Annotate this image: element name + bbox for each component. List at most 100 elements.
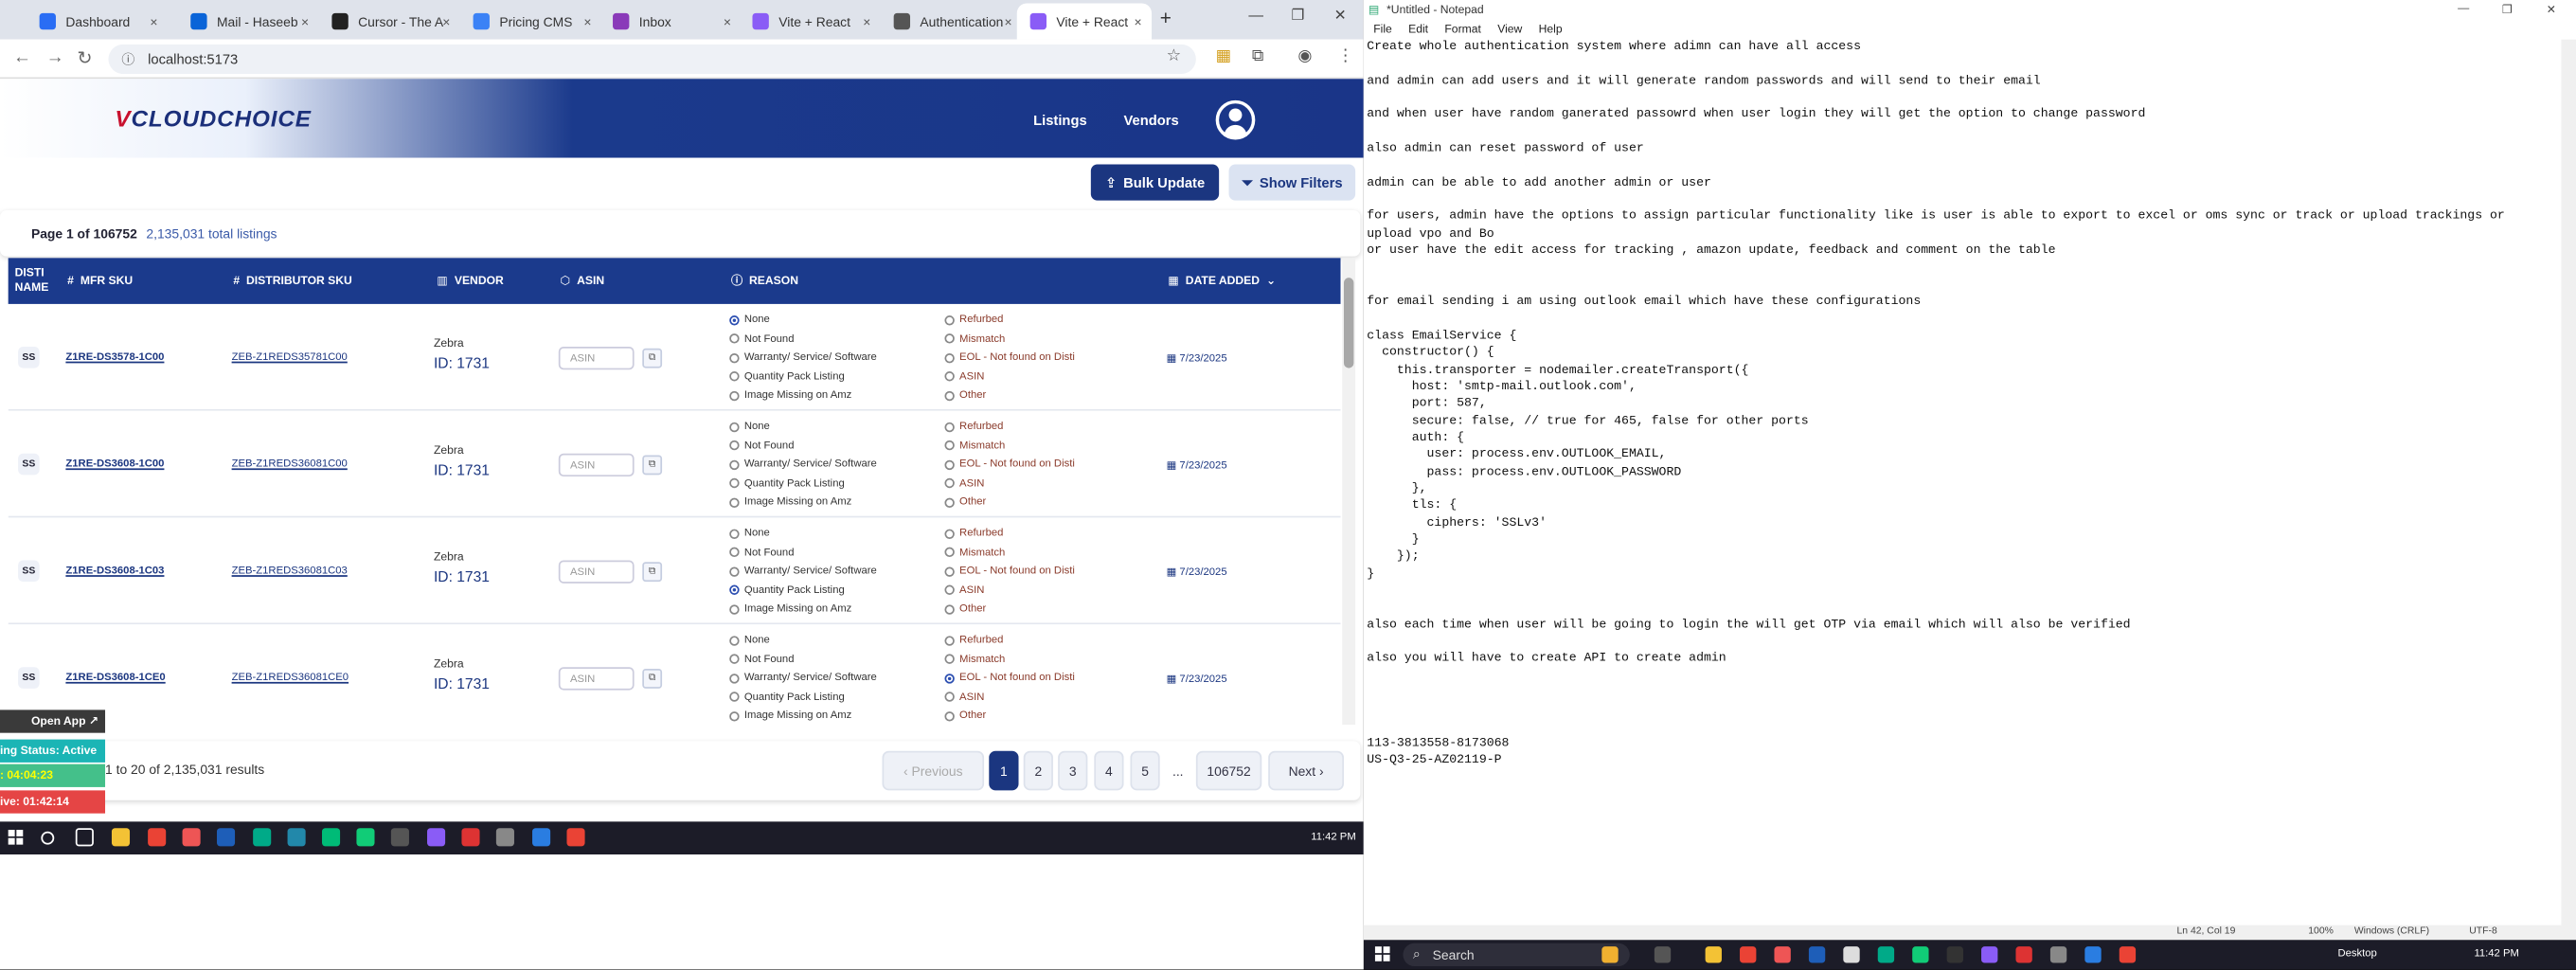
distributor-sku-link[interactable]: ZEB-Z1REDS35781C00 bbox=[232, 351, 348, 363]
taskbar-app-icon[interactable] bbox=[1808, 946, 1826, 963]
reason-radio[interactable]: Quantity Pack Listing bbox=[729, 584, 845, 596]
taskbar-app-icon[interactable] bbox=[461, 828, 480, 847]
taskbar-app-icon[interactable] bbox=[2015, 946, 2032, 963]
mfr-sku-link[interactable]: Z1RE-DS3608-1C03 bbox=[65, 566, 164, 577]
browser-tab[interactable]: Mail - Haseeb × bbox=[177, 3, 318, 39]
reason-radio[interactable]: Other bbox=[944, 496, 986, 508]
copy-icon[interactable]: ⧉ bbox=[642, 348, 663, 368]
copy-icon[interactable]: ⧉ bbox=[642, 669, 663, 689]
reason-radio[interactable]: Refurbed bbox=[944, 528, 1003, 539]
reason-radio[interactable]: Mismatch bbox=[944, 547, 1005, 558]
close-window-button[interactable]: ✕ bbox=[1334, 7, 1347, 25]
reason-radio[interactable]: Other bbox=[944, 603, 986, 615]
tab-close-icon[interactable]: × bbox=[150, 14, 157, 29]
site-info-icon[interactable]: ⓘ bbox=[121, 50, 134, 68]
show-filters-button[interactable]: ⏷ Show Filters bbox=[1228, 164, 1356, 201]
taskbar-app-icon[interactable] bbox=[182, 828, 201, 847]
menu-edit[interactable]: Edit bbox=[1408, 25, 1428, 36]
taskbar-app-icon[interactable] bbox=[2049, 946, 2067, 963]
taskbar-search[interactable]: ⌕ Search bbox=[1403, 943, 1630, 967]
menu-help[interactable]: Help bbox=[1539, 25, 1563, 36]
nav-listings[interactable]: Listings bbox=[1033, 112, 1087, 128]
page-button-5[interactable]: 5 bbox=[1130, 750, 1160, 791]
nav-vendors[interactable]: Vendors bbox=[1124, 112, 1179, 128]
tab-close-icon[interactable]: × bbox=[583, 14, 591, 29]
copy-icon[interactable]: ⧉ bbox=[642, 562, 663, 583]
page-button-1[interactable]: 1 bbox=[989, 750, 1019, 791]
reason-radio[interactable]: EOL - Not found on Disti bbox=[944, 458, 1075, 470]
extension-icon[interactable]: ▦ bbox=[1216, 47, 1231, 65]
browser-tab[interactable]: Vite + React × bbox=[740, 3, 881, 39]
browser-tab[interactable]: Pricing CMS × bbox=[460, 3, 601, 39]
col-disti-name[interactable]: DISTI NAME bbox=[15, 258, 62, 304]
taskbar-app-icon[interactable] bbox=[148, 828, 167, 847]
reason-radio[interactable]: Warranty/ Service/ Software bbox=[729, 566, 877, 577]
browser-tab[interactable]: Vite + React × bbox=[1016, 3, 1153, 40]
task-view-icon[interactable] bbox=[75, 828, 94, 847]
taskbar-app-icon[interactable] bbox=[1601, 946, 1619, 963]
menu-format[interactable]: Format bbox=[1444, 25, 1480, 36]
user-avatar[interactable] bbox=[1215, 99, 1256, 140]
reason-radio[interactable]: Quantity Pack Listing bbox=[729, 691, 845, 703]
taskbar-app-icon[interactable] bbox=[1877, 946, 1895, 963]
col-date-added[interactable]: ▦ DATE ADDED ⌄ bbox=[1168, 258, 1276, 304]
reason-radio[interactable]: ASIN bbox=[944, 584, 984, 596]
browser-tab[interactable]: Authentication × bbox=[881, 3, 1022, 39]
taskbar-app-icon[interactable] bbox=[1705, 946, 1722, 963]
col-distributor-sku[interactable]: # DISTRIBUTOR SKU bbox=[233, 258, 351, 304]
url-input[interactable]: ⓘ localhost:5173 bbox=[108, 44, 1196, 75]
menu-view[interactable]: View bbox=[1497, 25, 1522, 36]
menu-kebab-icon[interactable]: ⋮ bbox=[1337, 47, 1353, 65]
asin-input[interactable]: ASIN bbox=[558, 667, 635, 691]
reload-icon[interactable]: ↻ bbox=[78, 47, 93, 69]
open-app-button[interactable]: Open App ↗ bbox=[0, 710, 106, 733]
reason-radio[interactable]: ASIN bbox=[944, 691, 984, 703]
col-asin[interactable]: ⬡ ASIN bbox=[561, 258, 605, 304]
taskbar-app-icon[interactable] bbox=[566, 828, 585, 847]
reason-radio[interactable]: EOL - Not found on Disti bbox=[944, 672, 1075, 684]
minimize-button[interactable]: — bbox=[1248, 7, 1263, 23]
table-scrollbar[interactable] bbox=[1342, 258, 1356, 726]
np-maximize-button[interactable]: ❐ bbox=[2502, 3, 2513, 16]
reason-radio[interactable]: Not Found bbox=[729, 332, 794, 344]
taskbar-app-icon[interactable] bbox=[111, 828, 131, 847]
forward-icon[interactable]: → bbox=[46, 47, 64, 67]
taskbar-app-icon[interactable] bbox=[2119, 946, 2137, 963]
taskbar-app-icon[interactable] bbox=[2084, 946, 2102, 963]
page-button-2[interactable]: 2 bbox=[1023, 750, 1053, 791]
menu-file[interactable]: File bbox=[1373, 25, 1392, 36]
mfr-sku-link[interactable]: Z1RE-DS3608-1CE0 bbox=[65, 672, 165, 683]
mfr-sku-link[interactable]: Z1RE-DS3578-1C00 bbox=[65, 351, 164, 363]
reason-radio[interactable]: Image Missing on Amz bbox=[729, 710, 851, 722]
taskbar-app-icon[interactable] bbox=[253, 828, 272, 847]
col-vendor[interactable]: ▥ VENDOR bbox=[437, 258, 503, 304]
taskbar-app-icon[interactable] bbox=[1740, 946, 1757, 963]
bookmark-star-icon[interactable]: ☆ bbox=[1167, 47, 1182, 65]
notepad-scrollbar[interactable] bbox=[2561, 39, 2576, 927]
tab-close-icon[interactable]: × bbox=[442, 14, 450, 29]
reason-radio[interactable]: Quantity Pack Listing bbox=[729, 477, 845, 489]
search-icon[interactable] bbox=[41, 831, 55, 845]
taskbar-app-icon[interactable] bbox=[1912, 946, 1929, 963]
reason-radio[interactable]: Not Found bbox=[729, 547, 794, 558]
maximize-button[interactable]: ❐ bbox=[1291, 7, 1304, 25]
reason-radio[interactable]: Mismatch bbox=[944, 332, 1005, 344]
reason-radio[interactable]: None bbox=[729, 421, 770, 432]
taskbar-app-icon[interactable] bbox=[1843, 946, 1860, 963]
tab-close-icon[interactable]: × bbox=[301, 14, 309, 29]
col-mfr-sku[interactable]: # MFR SKU bbox=[67, 258, 133, 304]
reason-radio[interactable]: ASIN bbox=[944, 477, 984, 489]
taskbar-app-icon[interactable] bbox=[390, 828, 409, 847]
reason-radio[interactable]: Other bbox=[944, 710, 986, 722]
next-button[interactable]: Next › bbox=[1268, 750, 1344, 791]
reason-radio[interactable]: Other bbox=[944, 389, 986, 401]
reason-radio[interactable]: None bbox=[729, 635, 770, 646]
reason-radio[interactable]: Refurbed bbox=[944, 421, 1003, 432]
taskbar-app-icon[interactable] bbox=[427, 828, 446, 847]
desktop-label[interactable]: Desktop bbox=[2337, 948, 2376, 960]
tab-close-icon[interactable]: × bbox=[1004, 14, 1011, 29]
scrollbar-thumb[interactable] bbox=[1343, 278, 1354, 368]
distributor-sku-link[interactable]: ZEB-Z1REDS36081CE0 bbox=[232, 672, 349, 683]
taskbar-app-icon[interactable] bbox=[356, 828, 375, 847]
reason-radio[interactable]: Image Missing on Amz bbox=[729, 603, 851, 615]
